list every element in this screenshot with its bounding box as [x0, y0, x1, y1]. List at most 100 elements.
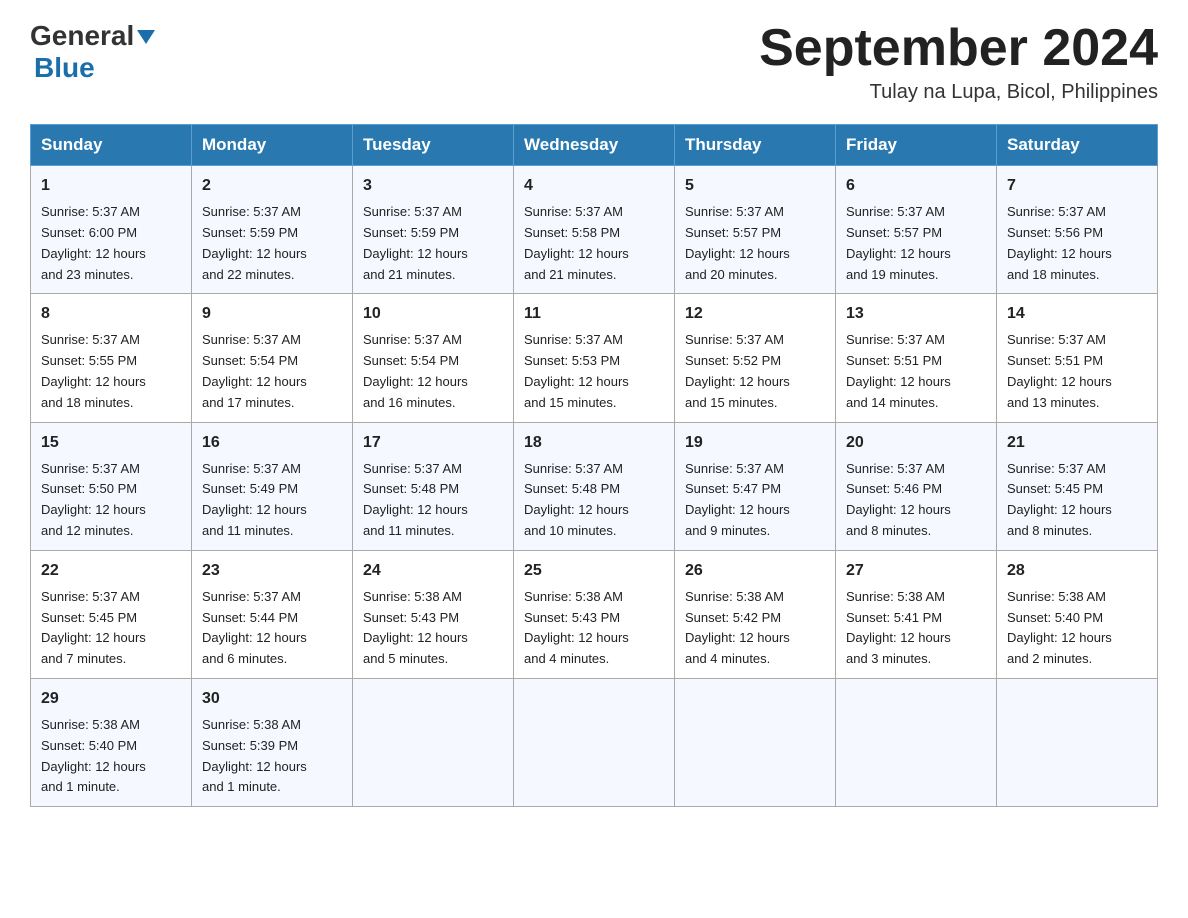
calendar-week-row: 22 Sunrise: 5:37 AMSunset: 5:45 PMDayligh…	[31, 550, 1158, 678]
calendar-cell: 27 Sunrise: 5:38 AMSunset: 5:41 PMDayligh…	[836, 550, 997, 678]
calendar-cell: 18Sunrise: 5:37 AMSunset: 5:48 PMDayligh…	[514, 422, 675, 550]
calendar-week-row: 1Sunrise: 5:37 AMSunset: 6:00 PMDaylight…	[31, 166, 1158, 294]
day-number: 12	[685, 302, 825, 326]
day-number: 25	[524, 559, 664, 583]
calendar-cell	[997, 678, 1158, 806]
calendar-cell: 23 Sunrise: 5:37 AMSunset: 5:44 PMDayligh…	[192, 550, 353, 678]
calendar-cell: 12 Sunrise: 5:37 AMSunset: 5:52 PMDayligh…	[675, 294, 836, 422]
day-number: 9	[202, 302, 342, 326]
day-info: Sunrise: 5:38 AMSunset: 5:40 PMDaylight:…	[1007, 587, 1147, 670]
day-info: Sunrise: 5:37 AMSunset: 5:44 PMDaylight:…	[202, 587, 342, 670]
day-number: 11	[524, 302, 664, 326]
day-info: Sunrise: 5:38 AMSunset: 5:43 PMDaylight:…	[363, 587, 503, 670]
day-number: 26	[685, 559, 825, 583]
calendar-cell: 29 Sunrise: 5:38 AMSunset: 5:40 PMDayligh…	[31, 678, 192, 806]
weekday-header-tuesday: Tuesday	[353, 125, 514, 166]
calendar-cell: 4 Sunrise: 5:37 AMSunset: 5:58 PMDaylight…	[514, 166, 675, 294]
day-info: Sunrise: 5:37 AMSunset: 5:56 PMDaylight:…	[1007, 202, 1147, 285]
day-info: Sunrise: 5:37 AMSunset: 5:53 PMDaylight:…	[524, 330, 664, 413]
day-info: Sunrise: 5:37 AMSunset: 5:46 PMDaylight:…	[846, 459, 986, 542]
calendar-cell: 3 Sunrise: 5:37 AMSunset: 5:59 PMDaylight…	[353, 166, 514, 294]
day-info: Sunrise: 5:37 AMSunset: 5:45 PMDaylight:…	[41, 587, 181, 670]
calendar-cell	[353, 678, 514, 806]
logo-triangle-icon	[137, 30, 155, 44]
weekday-header-friday: Friday	[836, 125, 997, 166]
weekday-header-wednesday: Wednesday	[514, 125, 675, 166]
calendar-cell: 24 Sunrise: 5:38 AMSunset: 5:43 PMDayligh…	[353, 550, 514, 678]
day-info: Sunrise: 5:37 AMSunset: 5:57 PMDaylight:…	[846, 202, 986, 285]
day-info: Sunrise: 5:38 AMSunset: 5:39 PMDaylight:…	[202, 715, 342, 798]
calendar-cell: 11 Sunrise: 5:37 AMSunset: 5:53 PMDayligh…	[514, 294, 675, 422]
weekday-header-thursday: Thursday	[675, 125, 836, 166]
day-info: Sunrise: 5:37 AMSunset: 5:51 PMDaylight:…	[846, 330, 986, 413]
day-number: 21	[1007, 431, 1147, 455]
logo: General Blue	[30, 20, 155, 84]
day-number: 23	[202, 559, 342, 583]
day-info: Sunrise: 5:37 AMSunset: 5:55 PMDaylight:…	[41, 330, 181, 413]
day-info: Sunrise: 5:37 AMSunset: 5:58 PMDaylight:…	[524, 202, 664, 285]
weekday-header-saturday: Saturday	[997, 125, 1158, 166]
calendar-week-row: 8 Sunrise: 5:37 AMSunset: 5:55 PMDaylight…	[31, 294, 1158, 422]
day-number: 7	[1007, 174, 1147, 198]
day-info: Sunrise: 5:37 AMSunset: 5:59 PMDaylight:…	[363, 202, 503, 285]
day-info: Sunrise: 5:37 AMSunset: 5:54 PMDaylight:…	[202, 330, 342, 413]
calendar-subtitle: Tulay na Lupa, Bicol, Philippines	[759, 81, 1158, 104]
calendar-cell: 28Sunrise: 5:38 AMSunset: 5:40 PMDayligh…	[997, 550, 1158, 678]
calendar-cell: 9 Sunrise: 5:37 AMSunset: 5:54 PMDaylight…	[192, 294, 353, 422]
calendar-cell: 22 Sunrise: 5:37 AMSunset: 5:45 PMDayligh…	[31, 550, 192, 678]
day-number: 20	[846, 431, 986, 455]
day-info: Sunrise: 5:37 AMSunset: 5:45 PMDaylight:…	[1007, 459, 1147, 542]
day-number: 24	[363, 559, 503, 583]
calendar-cell: 19 Sunrise: 5:37 AMSunset: 5:47 PMDayligh…	[675, 422, 836, 550]
calendar-cell: 5 Sunrise: 5:37 AMSunset: 5:57 PMDaylight…	[675, 166, 836, 294]
day-number: 27	[846, 559, 986, 583]
calendar-title: September 2024	[759, 20, 1158, 77]
day-number: 6	[846, 174, 986, 198]
day-number: 4	[524, 174, 664, 198]
calendar-header-row: SundayMondayTuesdayWednesdayThursdayFrid…	[31, 125, 1158, 166]
day-info: Sunrise: 5:37 AMSunset: 5:59 PMDaylight:…	[202, 202, 342, 285]
calendar-cell: 10 Sunrise: 5:37 AMSunset: 5:54 PMDayligh…	[353, 294, 514, 422]
day-number: 14	[1007, 302, 1147, 326]
calendar-cell: 1Sunrise: 5:37 AMSunset: 6:00 PMDaylight…	[31, 166, 192, 294]
day-info: Sunrise: 5:37 AMSunset: 5:48 PMDaylight:…	[363, 459, 503, 542]
page-header: General Blue September 2024 Tulay na Lup…	[30, 20, 1158, 104]
logo-general-text: General	[30, 20, 134, 52]
calendar-cell: 14Sunrise: 5:37 AMSunset: 5:51 PMDayligh…	[997, 294, 1158, 422]
day-number: 22	[41, 559, 181, 583]
day-info: Sunrise: 5:37 AMSunset: 6:00 PMDaylight:…	[41, 202, 181, 285]
calendar-cell: 17Sunrise: 5:37 AMSunset: 5:48 PMDayligh…	[353, 422, 514, 550]
weekday-header-sunday: Sunday	[31, 125, 192, 166]
day-info: Sunrise: 5:37 AMSunset: 5:54 PMDaylight:…	[363, 330, 503, 413]
day-number: 5	[685, 174, 825, 198]
day-info: Sunrise: 5:37 AMSunset: 5:48 PMDaylight:…	[524, 459, 664, 542]
day-info: Sunrise: 5:38 AMSunset: 5:43 PMDaylight:…	[524, 587, 664, 670]
day-info: Sunrise: 5:38 AMSunset: 5:42 PMDaylight:…	[685, 587, 825, 670]
day-info: Sunrise: 5:37 AMSunset: 5:57 PMDaylight:…	[685, 202, 825, 285]
day-number: 10	[363, 302, 503, 326]
logo-blue-text: Blue	[34, 52, 95, 84]
day-info: Sunrise: 5:37 AMSunset: 5:47 PMDaylight:…	[685, 459, 825, 542]
day-info: Sunrise: 5:38 AMSunset: 5:41 PMDaylight:…	[846, 587, 986, 670]
day-number: 29	[41, 687, 181, 711]
calendar-cell: 15Sunrise: 5:37 AMSunset: 5:50 PMDayligh…	[31, 422, 192, 550]
calendar-cell: 30 Sunrise: 5:38 AMSunset: 5:39 PMDayligh…	[192, 678, 353, 806]
day-number: 8	[41, 302, 181, 326]
calendar-cell: 16Sunrise: 5:37 AMSunset: 5:49 PMDayligh…	[192, 422, 353, 550]
day-info: Sunrise: 5:38 AMSunset: 5:40 PMDaylight:…	[41, 715, 181, 798]
day-number: 3	[363, 174, 503, 198]
day-number: 30	[202, 687, 342, 711]
calendar-cell: 8 Sunrise: 5:37 AMSunset: 5:55 PMDaylight…	[31, 294, 192, 422]
day-number: 16	[202, 431, 342, 455]
calendar-cell	[675, 678, 836, 806]
day-number: 19	[685, 431, 825, 455]
calendar-table: SundayMondayTuesdayWednesdayThursdayFrid…	[30, 124, 1158, 807]
day-number: 2	[202, 174, 342, 198]
title-block: September 2024 Tulay na Lupa, Bicol, Phi…	[759, 20, 1158, 104]
calendar-cell: 7 Sunrise: 5:37 AMSunset: 5:56 PMDaylight…	[997, 166, 1158, 294]
day-info: Sunrise: 5:37 AMSunset: 5:52 PMDaylight:…	[685, 330, 825, 413]
calendar-cell: 20 Sunrise: 5:37 AMSunset: 5:46 PMDayligh…	[836, 422, 997, 550]
calendar-cell: 26 Sunrise: 5:38 AMSunset: 5:42 PMDayligh…	[675, 550, 836, 678]
calendar-cell: 25 Sunrise: 5:38 AMSunset: 5:43 PMDayligh…	[514, 550, 675, 678]
calendar-cell: 21 Sunrise: 5:37 AMSunset: 5:45 PMDayligh…	[997, 422, 1158, 550]
